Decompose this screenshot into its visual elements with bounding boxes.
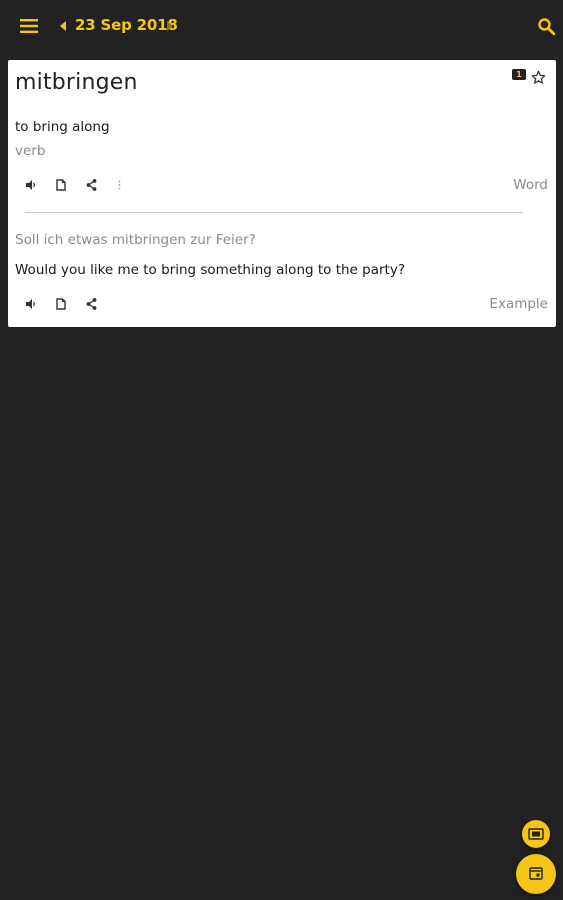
- calendar-icon: [529, 865, 543, 884]
- count-badge: 1: [512, 69, 526, 80]
- calendar-button[interactable]: [516, 854, 556, 894]
- star-outline-icon[interactable]: [529, 68, 547, 86]
- hamburger-menu-icon[interactable]: [14, 12, 44, 40]
- caret-right-icon[interactable]: [163, 16, 177, 36]
- flashcards-icon: [528, 825, 544, 844]
- part-of-speech: verb: [15, 143, 46, 159]
- share-icon[interactable]: [82, 176, 100, 194]
- flashcards-button[interactable]: [522, 820, 550, 848]
- search-icon[interactable]: [532, 12, 560, 40]
- example-section-label: Example: [489, 296, 548, 312]
- speaker-icon[interactable]: [22, 176, 40, 194]
- share-icon[interactable]: [82, 295, 100, 313]
- translation-text: to bring along: [15, 119, 110, 135]
- example-german: Soll ich etwas mitbringen zur Feier?: [15, 232, 256, 248]
- copy-icon[interactable]: [52, 176, 70, 194]
- word-card: mitbringen 1 to bring along verb Word So…: [8, 60, 556, 327]
- more-vertical-icon[interactable]: [110, 176, 128, 194]
- divider: [25, 212, 523, 213]
- caret-left-icon[interactable]: [56, 16, 70, 36]
- word-section-label: Word: [513, 177, 548, 193]
- word-title: mitbringen: [15, 70, 138, 95]
- speaker-icon[interactable]: [22, 295, 40, 313]
- top-bar: 23 Sep 2018: [0, 0, 563, 52]
- copy-icon[interactable]: [52, 295, 70, 313]
- example-english: Would you like me to bring something alo…: [15, 262, 405, 278]
